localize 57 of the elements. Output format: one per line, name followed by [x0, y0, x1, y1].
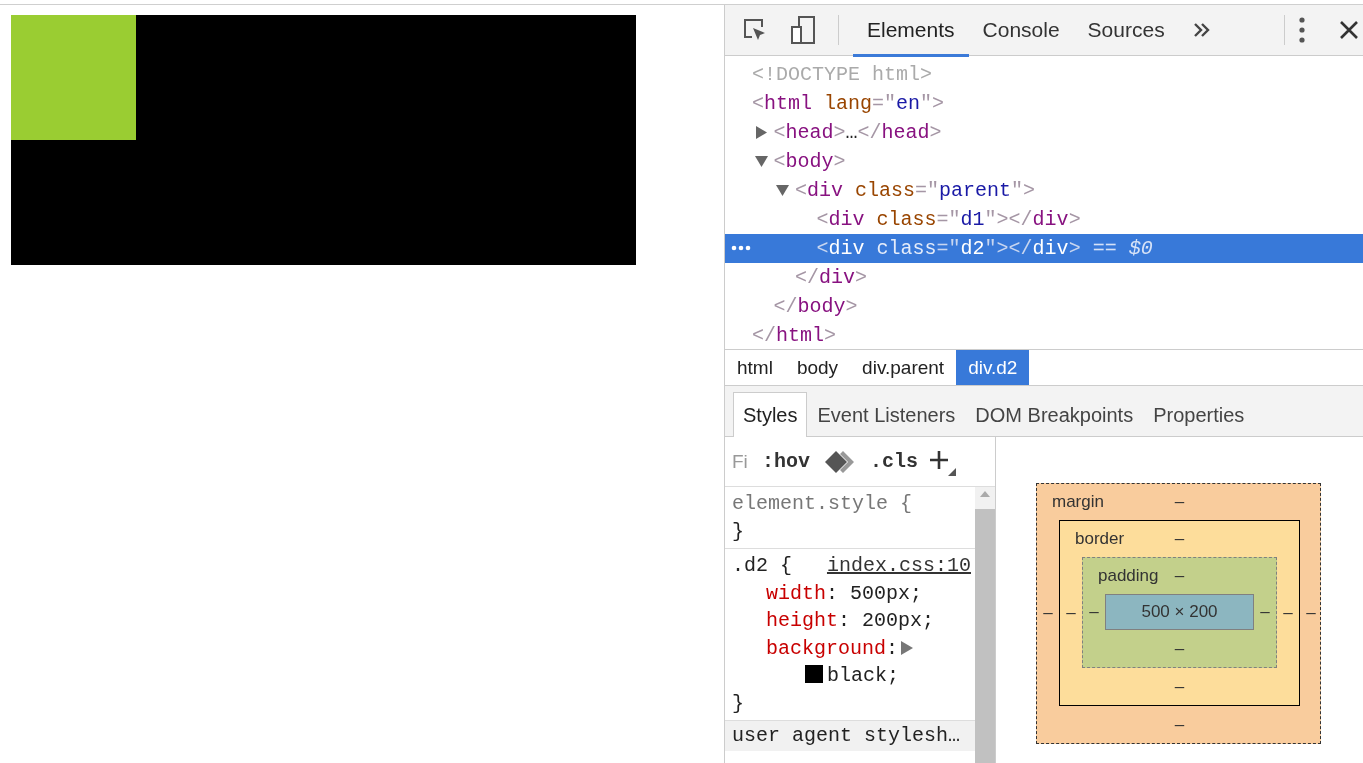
sidebar-tab[interactable]: DOM Breakpoints	[965, 392, 1144, 437]
color-swatch[interactable]	[805, 665, 823, 683]
css-declaration: width: 500px;	[765, 580, 924, 607]
dom-node-text: <!DOCTYPE html>	[752, 62, 933, 88]
tree-row[interactable]: </body>	[725, 292, 1363, 321]
rule-selector: element.style {	[732, 491, 913, 517]
collapse-arrow-icon[interactable]	[754, 155, 768, 168]
source-link[interactable]: index.css:10	[826, 552, 971, 580]
dom-node-text: <div class="d2"></div> == $0	[816, 236, 1153, 262]
dots-icon[interactable]	[731, 245, 751, 251]
scrollbar[interactable]	[975, 487, 995, 763]
device-icon[interactable]	[790, 15, 816, 45]
panel-tab[interactable]: Elements	[853, 6, 969, 57]
sidebar-tab[interactable]: Properties	[1143, 392, 1255, 437]
tree-row[interactable]: <div class="d2"></div> == $0	[725, 234, 1363, 263]
tree-row[interactable]: <body>	[725, 147, 1363, 176]
dom-node-text: <head>…</head>	[773, 120, 942, 146]
tree-row[interactable]: </div>	[725, 263, 1363, 292]
margin-box: margin – – border – – padding – – 500 × 200 – – – – – –	[1036, 483, 1321, 744]
class-toggle[interactable]: .cls	[870, 450, 919, 473]
dom-node-text: <div class="d1"></div>	[816, 207, 1081, 233]
border-box: border – – padding – – 500 × 200 – – – –	[1059, 520, 1300, 706]
more-tabs-icon[interactable]	[1192, 22, 1211, 38]
dom-node-text: </div>	[795, 265, 868, 291]
tree-row[interactable]: <html lang="en">	[725, 89, 1363, 118]
sidebar-tab[interactable]: Event Listeners	[807, 392, 966, 437]
diamond-icon[interactable]	[824, 450, 856, 473]
section-header: user agent stylesh…	[725, 721, 975, 751]
padding-box: padding – – 500 × 200 – –	[1082, 557, 1277, 668]
menu-icon[interactable]	[1299, 17, 1305, 43]
rule-selector: .d2 {	[732, 553, 792, 579]
dom-node-text: </body>	[773, 294, 858, 320]
rule-close-brace: }	[732, 690, 745, 717]
sidebar-tab[interactable]: Styles	[733, 392, 808, 437]
dom-node-text: <body>	[773, 149, 846, 175]
breadcrumb[interactable]: div.d2	[956, 350, 1030, 385]
rule-close-brace: }	[732, 518, 745, 545]
panel-tab[interactable]: Console	[968, 6, 1074, 57]
close-icon[interactable]	[1339, 20, 1359, 40]
dom-node-text: <html lang="en">	[752, 91, 945, 117]
collapse-arrow-icon[interactable]	[776, 184, 789, 197]
expand-arrow-icon[interactable]	[754, 126, 768, 139]
breadcrumb[interactable]: div.parent	[850, 350, 957, 385]
dom-node-text: <div class="parent">	[795, 178, 1036, 204]
tree-row[interactable]: <div class="d1"></div>	[725, 205, 1363, 234]
breadcrumb[interactable]: html	[725, 350, 785, 385]
dom-node-text: </html>	[752, 323, 837, 349]
hover-toggle[interactable]: :hov	[762, 450, 810, 473]
tree-row[interactable]: </html>	[725, 321, 1363, 350]
content-box: 500 × 200	[1105, 594, 1254, 630]
expand-arrow-icon[interactable]	[901, 640, 914, 655]
breadcrumb[interactable]: body	[784, 350, 851, 385]
css-declaration: height: 200px;	[765, 608, 936, 634]
css-declaration: background: black;	[732, 634, 975, 690]
tree-row[interactable]: <div class="parent">	[725, 176, 1363, 205]
tree-row[interactable]: <head>…</head>	[725, 118, 1363, 147]
panel-tab[interactable]: Sources	[1073, 6, 1179, 57]
